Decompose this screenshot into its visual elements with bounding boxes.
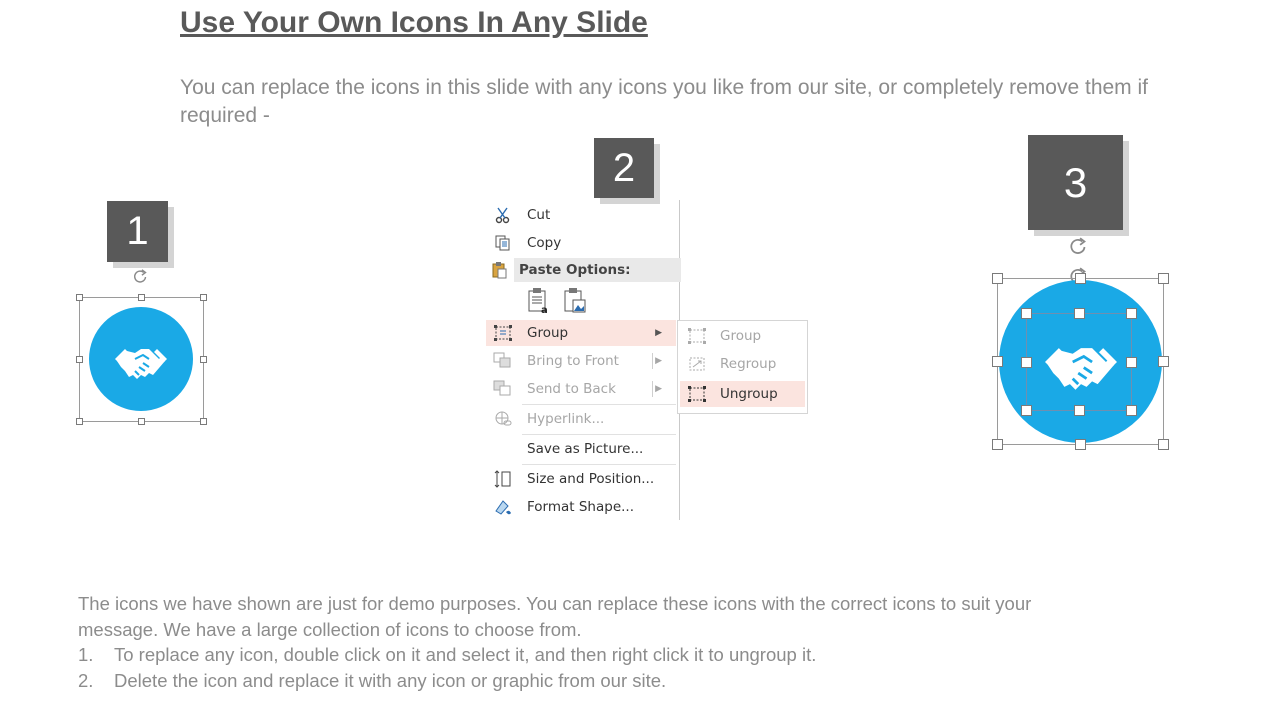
size-position-icon xyxy=(490,469,516,489)
menu-paste-options: Paste Options: xyxy=(486,257,681,283)
resize-handle[interactable] xyxy=(1158,273,1169,284)
resize-handle[interactable] xyxy=(1126,357,1137,368)
slide-title: Use Your Own Icons In Any Slide xyxy=(180,6,648,39)
submenu-arrow-icon: ▶ xyxy=(655,328,662,338)
resize-handle[interactable] xyxy=(1075,439,1086,450)
menu-item-hyperlink[interactable]: Hyperlink... xyxy=(486,406,676,432)
submenu-arrow-icon: ▶ xyxy=(655,384,662,394)
resize-handle[interactable] xyxy=(992,356,1003,367)
resize-handle[interactable] xyxy=(1158,439,1169,450)
resize-handle[interactable] xyxy=(138,418,145,425)
split-divider xyxy=(652,381,653,397)
bring-to-front-icon xyxy=(490,351,516,371)
step-number-3: 3 xyxy=(1028,135,1123,230)
menu-item-size-and-position[interactable]: Size and Position... xyxy=(486,466,676,492)
split-divider xyxy=(652,353,653,369)
submenu-item-regroup[interactable]: Regroup xyxy=(680,351,805,377)
resize-handle[interactable] xyxy=(76,294,83,301)
scissors-icon xyxy=(490,205,516,225)
handshake-icon xyxy=(115,348,167,380)
resize-handle[interactable] xyxy=(1074,308,1085,319)
resize-handle[interactable] xyxy=(76,418,83,425)
instruction-item: 1. To replace any icon, double click on … xyxy=(78,644,817,665)
menu-item-copy[interactable]: Copy xyxy=(486,230,676,256)
menu-item-cut[interactable]: Cut xyxy=(486,202,676,228)
instructions-intro: The icons we have shown are just for dem… xyxy=(78,593,1032,640)
step-number-2: 2 xyxy=(594,138,654,198)
slide-subtitle: You can replace the icons in this slide … xyxy=(180,76,1149,127)
resize-handle[interactable] xyxy=(1021,357,1032,368)
menu-item-group[interactable]: Group ▶ xyxy=(486,320,676,346)
resize-handle[interactable] xyxy=(1158,356,1169,367)
menu-item-bring-to-front[interactable]: Bring to Front ▶ xyxy=(486,348,676,374)
instructions-text: The icons we have shown are just for dem… xyxy=(78,591,1078,693)
ungroup-icon xyxy=(684,384,710,404)
resize-handle[interactable] xyxy=(200,294,207,301)
resize-handle[interactable] xyxy=(1126,308,1137,319)
menu-divider xyxy=(522,404,676,405)
resize-handle[interactable] xyxy=(200,418,207,425)
clipboard-icon xyxy=(490,260,508,280)
resize-handle[interactable] xyxy=(992,439,1003,450)
submenu-item-ungroup[interactable]: Ungroup xyxy=(680,381,805,407)
paste-keep-text-icon[interactable]: a xyxy=(526,287,552,315)
resize-handle[interactable] xyxy=(1021,308,1032,319)
send-to-back-icon xyxy=(490,379,516,399)
resize-handle[interactable] xyxy=(1075,273,1086,284)
context-menu: Cut Copy Paste Options: a Group ▶ Bring … xyxy=(486,200,681,520)
menu-divider xyxy=(522,434,676,435)
step-number-1: 1 xyxy=(107,201,168,262)
format-shape-icon xyxy=(490,497,516,517)
handshake-icon-circle[interactable] xyxy=(89,307,193,411)
svg-text:a: a xyxy=(541,305,548,315)
regroup-icon xyxy=(684,354,710,374)
menu-item-send-to-back[interactable]: Send to Back ▶ xyxy=(486,376,676,402)
resize-handle[interactable] xyxy=(1126,405,1137,416)
rotate-handle-icon[interactable] xyxy=(132,268,150,286)
menu-item-format-shape[interactable]: Format Shape... xyxy=(486,494,676,520)
paste-picture-icon[interactable] xyxy=(562,287,588,315)
resize-handle[interactable] xyxy=(1074,405,1085,416)
menu-item-save-as-picture[interactable]: Save as Picture... xyxy=(486,436,676,462)
copy-icon xyxy=(490,233,516,253)
selection-frame-3-inner[interactable] xyxy=(1021,308,1137,416)
submenu-arrow-icon: ▶ xyxy=(655,356,662,366)
resize-handle[interactable] xyxy=(76,356,83,363)
instruction-item: 2. Delete the icon and replace it with a… xyxy=(78,669,667,691)
resize-handle[interactable] xyxy=(138,294,145,301)
resize-handle[interactable] xyxy=(200,356,207,363)
group-icon xyxy=(684,326,710,346)
rotate-handle-icon[interactable] xyxy=(1068,236,1090,258)
resize-handle[interactable] xyxy=(1021,405,1032,416)
resize-handle[interactable] xyxy=(992,273,1003,284)
hyperlink-icon xyxy=(490,409,516,429)
group-icon xyxy=(490,323,516,343)
group-submenu: Group Regroup Ungroup xyxy=(677,320,808,414)
submenu-item-group[interactable]: Group xyxy=(680,323,805,349)
menu-divider xyxy=(522,464,676,465)
paste-options-row: a xyxy=(526,287,596,317)
